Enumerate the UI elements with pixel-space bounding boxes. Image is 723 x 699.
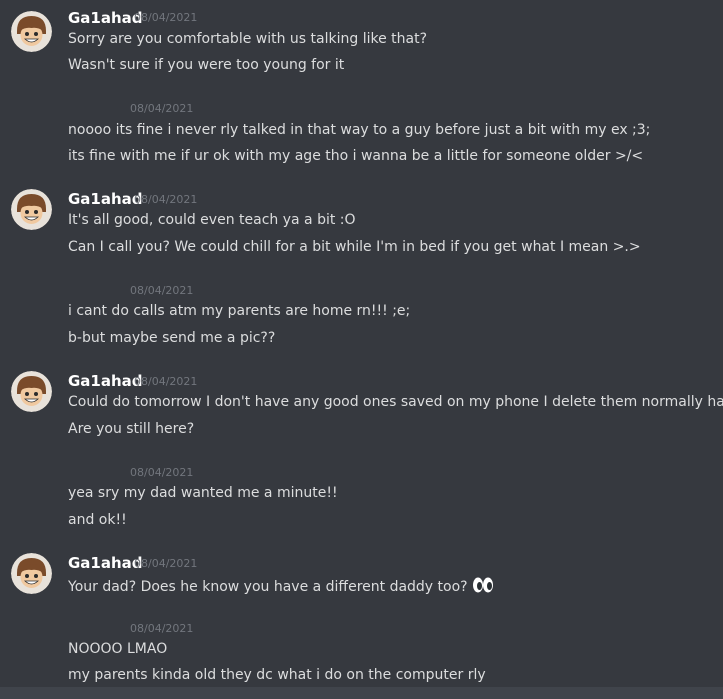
message-text: Are you still here? (68, 421, 195, 437)
message-text: Could do tomorrow I don't have any good … (68, 394, 723, 410)
message-timestamp: 08/04/2021 (130, 466, 194, 479)
message-text: Wasn't sure if you were too young for it (68, 57, 345, 73)
avatar[interactable] (11, 11, 52, 52)
message-timestamp: 08/04/2021 (134, 11, 198, 24)
avatar-image-icon (11, 371, 52, 412)
avatar-image-icon (11, 553, 52, 594)
message-input-bar[interactable] (0, 687, 723, 699)
chat-log: Ga1ahad 08/04/2021 Sorry are you comfort… (0, 0, 723, 699)
author-name[interactable]: Ga1ahad (68, 554, 143, 572)
avatar-image-icon (11, 189, 52, 230)
message-text: its fine with me if ur ok with my age th… (68, 148, 644, 164)
message-text: Can I call you? We could chill for a bit… (68, 239, 641, 255)
message-text: Sorry are you comfortable with us talkin… (68, 31, 428, 47)
author-name[interactable]: Ga1ahad (68, 190, 143, 208)
message-timestamp: 08/04/2021 (134, 557, 198, 570)
message-text: my parents kinda old they dc what i do o… (68, 667, 486, 683)
message-text: It's all good, could even teach ya a bit… (68, 212, 356, 228)
message-timestamp: 08/04/2021 (130, 284, 194, 297)
message-timestamp: 08/04/2021 (130, 102, 194, 115)
author-name[interactable]: Ga1ahad (68, 372, 143, 390)
message-timestamp: 08/04/2021 (134, 375, 198, 388)
message-timestamp: 08/04/2021 (130, 622, 194, 635)
avatar-image-icon (11, 11, 52, 52)
author-name[interactable]: Ga1ahad (68, 9, 143, 27)
message-timestamp: 08/04/2021 (134, 193, 198, 206)
message-text: and ok!! (68, 512, 127, 528)
message-text: i cant do calls atm my parents are home … (68, 303, 411, 319)
avatar[interactable] (11, 371, 52, 412)
message-text-with-emoji: Your dad? Does he know you have a differ… (68, 576, 494, 598)
avatar[interactable] (11, 553, 52, 594)
avatar[interactable] (11, 189, 52, 230)
message-text: yea sry my dad wanted me a minute!! (68, 485, 338, 501)
message-text: Your dad? Does he know you have a differ… (68, 579, 468, 595)
message-text: noooo its fine i never rly talked in tha… (68, 122, 651, 138)
message-text: NOOOO LMAO (68, 641, 168, 657)
eyes-emoji-icon (472, 576, 494, 598)
message-text: b-but maybe send me a pic?? (68, 330, 276, 346)
